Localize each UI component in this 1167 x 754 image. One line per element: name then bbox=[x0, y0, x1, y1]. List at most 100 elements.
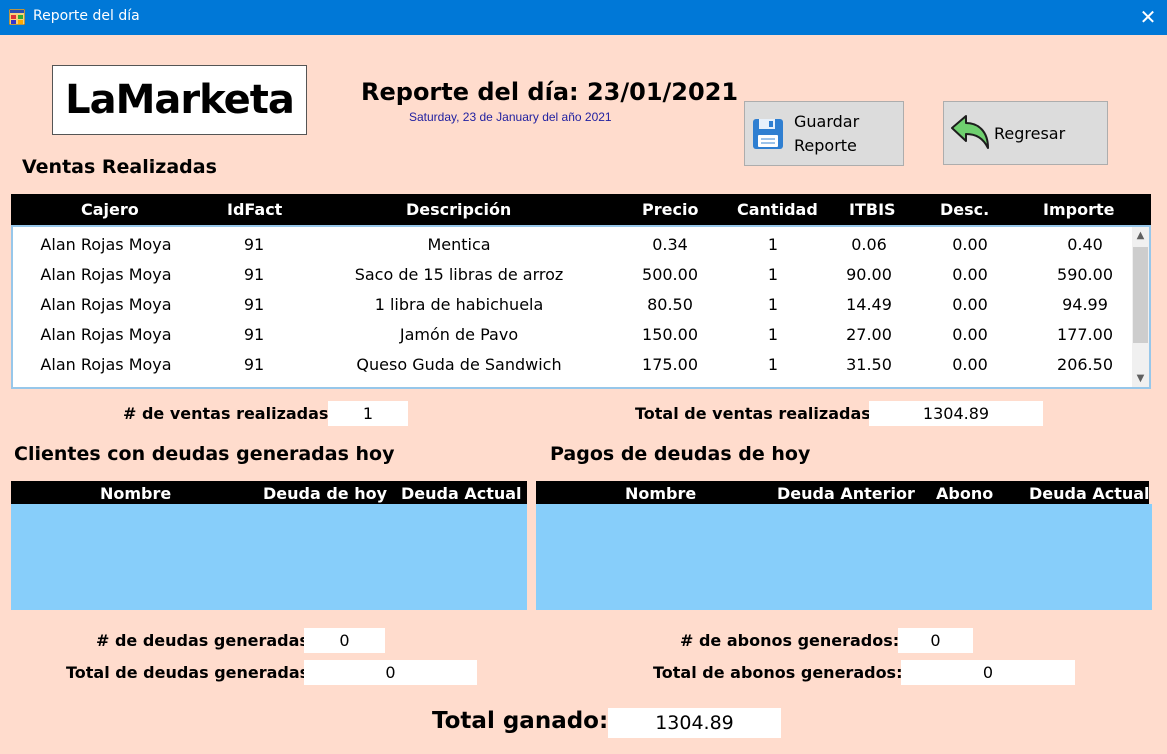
col-desc[interactable]: Desc. bbox=[940, 200, 989, 219]
cell-importe: 206.50 bbox=[1057, 355, 1113, 374]
payments-section-title: Pagos de deudas de hoy bbox=[550, 443, 811, 465]
col-importe[interactable]: Importe bbox=[1043, 200, 1114, 219]
cell-cajero: Alan Rojas Moya bbox=[40, 265, 172, 284]
col-deuda-actual[interactable]: Deuda Actual bbox=[1029, 484, 1150, 503]
winforms-app-icon bbox=[9, 9, 25, 25]
cell-itbis: 27.00 bbox=[846, 325, 892, 344]
scroll-up-icon[interactable]: ▲ bbox=[1132, 227, 1149, 244]
cell-idfact: 91 bbox=[243, 295, 265, 314]
save-report-label: Guardar Reporte bbox=[794, 111, 860, 155]
table-row[interactable]: Alan Rojas Moya 91 Jamón de Pavo 150.00 … bbox=[13, 319, 1133, 349]
cell-cantidad: 1 bbox=[767, 355, 779, 374]
cell-cajero: Alan Rojas Moya bbox=[40, 295, 172, 314]
back-button[interactable]: Regresar bbox=[943, 101, 1108, 165]
grand-total-field[interactable]: 1304.89 bbox=[608, 708, 781, 738]
cell-descripcion: Queso Guda de Sandwich bbox=[356, 355, 562, 374]
cell-precio: 150.00 bbox=[642, 325, 698, 344]
cell-cantidad: 1 bbox=[767, 295, 779, 314]
payments-count-field[interactable]: 0 bbox=[898, 628, 973, 653]
sales-total-field[interactable]: 1304.89 bbox=[869, 401, 1043, 426]
cell-desc: 0.00 bbox=[952, 355, 988, 374]
col-cantidad[interactable]: Cantidad bbox=[737, 200, 818, 219]
sales-count-label: # de ventas realizadas: bbox=[123, 404, 335, 423]
floppy-disk-icon bbox=[753, 118, 783, 149]
cell-itbis: 0.06 bbox=[851, 235, 887, 254]
col-descripcion[interactable]: Descripción bbox=[406, 200, 511, 219]
cell-cajero: Alan Rojas Moya bbox=[40, 235, 172, 254]
back-label: Regresar bbox=[994, 123, 1066, 143]
cell-importe: 177.00 bbox=[1057, 325, 1113, 344]
cell-desc: 0.00 bbox=[952, 295, 988, 314]
col-deuda-hoy[interactable]: Deuda de hoy bbox=[263, 484, 387, 503]
cell-cantidad: 1 bbox=[767, 325, 779, 344]
scrollbar-thumb[interactable] bbox=[1133, 247, 1148, 343]
payments-total-field[interactable]: 0 bbox=[901, 660, 1075, 685]
report-date: Saturday, 23 de January del año 2021 bbox=[409, 110, 612, 124]
col-nombre[interactable]: Nombre bbox=[625, 484, 696, 503]
cell-descripcion: Jamón de Pavo bbox=[399, 325, 519, 344]
debts-total-field[interactable]: 0 bbox=[304, 660, 477, 685]
debts-section-title: Clientes con deudas generadas hoy bbox=[14, 443, 395, 465]
col-nombre[interactable]: Nombre bbox=[100, 484, 171, 503]
save-report-button[interactable]: Guardar Reporte bbox=[744, 101, 904, 166]
debts-count-field[interactable]: 0 bbox=[304, 628, 385, 653]
cell-precio: 175.00 bbox=[642, 355, 698, 374]
debts-total-label: Total de deudas generadas: bbox=[66, 663, 316, 682]
cell-descripcion: 1 libra de habichuela bbox=[374, 295, 544, 314]
cell-cantidad: 1 bbox=[767, 265, 779, 284]
col-deuda-actual[interactable]: Deuda Actual bbox=[401, 484, 522, 503]
cell-descripcion: Saco de 15 libras de arroz bbox=[354, 265, 564, 284]
undo-arrow-icon bbox=[951, 115, 989, 149]
cell-itbis: 31.50 bbox=[846, 355, 892, 374]
cell-precio: 80.50 bbox=[647, 295, 693, 314]
payments-total-label: Total de abonos generados: bbox=[653, 663, 903, 682]
cell-desc: 0.00 bbox=[952, 235, 988, 254]
grand-total-label: Total ganado: bbox=[432, 708, 609, 734]
cell-idfact: 91 bbox=[243, 235, 265, 254]
cell-itbis: 90.00 bbox=[846, 265, 892, 284]
vertical-scrollbar[interactable]: ▲ ▼ bbox=[1132, 227, 1149, 387]
sales-grid[interactable]: Alan Rojas Moya 91 Mentica 0.34 1 0.06 0… bbox=[11, 225, 1151, 389]
cell-importe: 590.00 bbox=[1057, 265, 1113, 284]
col-deuda-anterior[interactable]: Deuda Anterior bbox=[777, 484, 915, 503]
col-itbis[interactable]: ITBIS bbox=[849, 200, 896, 219]
payments-grid-header: Nombre Deuda Anterior Abono Deuda Actual bbox=[536, 481, 1150, 504]
cell-precio: 500.00 bbox=[642, 265, 698, 284]
scroll-down-icon[interactable]: ▼ bbox=[1132, 370, 1149, 387]
table-row[interactable]: Alan Rojas Moya 91 Saco de 15 libras de … bbox=[13, 259, 1133, 289]
sales-total-label: Total de ventas realizadas: bbox=[635, 404, 878, 423]
window-title: Reporte del día bbox=[33, 8, 140, 24]
cell-idfact: 91 bbox=[243, 265, 265, 284]
title-bar: Reporte del día ✕ bbox=[0, 0, 1167, 35]
logo: LaMarketa bbox=[52, 65, 307, 135]
table-row[interactable]: Alan Rojas Moya 91 Mentica 0.34 1 0.06 0… bbox=[13, 229, 1133, 259]
cell-precio: 0.34 bbox=[652, 235, 688, 254]
cell-idfact: 91 bbox=[243, 355, 265, 374]
cell-desc: 0.00 bbox=[952, 265, 988, 284]
col-idfact[interactable]: IdFact bbox=[227, 200, 282, 219]
debts-count-label: # de deudas generadas: bbox=[96, 631, 316, 650]
debts-grid[interactable] bbox=[11, 504, 527, 610]
col-precio[interactable]: Precio bbox=[642, 200, 698, 219]
payments-count-label: # de abonos generados: bbox=[680, 631, 900, 650]
cell-idfact: 91 bbox=[243, 325, 265, 344]
col-abono[interactable]: Abono bbox=[936, 484, 993, 503]
table-row[interactable]: Alan Rojas Moya 91 1 libra de habichuela… bbox=[13, 289, 1133, 319]
debts-grid-header: Nombre Deuda de hoy Deuda Actual bbox=[11, 481, 527, 504]
col-cajero[interactable]: Cajero bbox=[81, 200, 139, 219]
sales-grid-header: Cajero IdFact Descripción Precio Cantida… bbox=[11, 194, 1151, 225]
cell-importe: 0.40 bbox=[1067, 235, 1103, 254]
cell-desc: 0.00 bbox=[952, 325, 988, 344]
sales-section-title: Ventas Realizadas bbox=[22, 156, 217, 178]
cell-cajero: Alan Rojas Moya bbox=[40, 355, 172, 374]
cell-cajero: Alan Rojas Moya bbox=[40, 325, 172, 344]
report-title: Reporte del día: 23/01/2021 bbox=[361, 78, 739, 106]
payments-grid[interactable] bbox=[536, 504, 1152, 610]
sales-count-field[interactable]: 1 bbox=[328, 401, 408, 426]
cell-importe: 94.99 bbox=[1062, 295, 1108, 314]
cell-descripcion: Mentica bbox=[427, 235, 491, 254]
cell-itbis: 14.49 bbox=[846, 295, 892, 314]
close-icon[interactable]: ✕ bbox=[1132, 2, 1164, 32]
table-row[interactable]: Alan Rojas Moya 91 Queso Guda de Sandwic… bbox=[13, 349, 1133, 379]
cell-cantidad: 1 bbox=[767, 235, 779, 254]
